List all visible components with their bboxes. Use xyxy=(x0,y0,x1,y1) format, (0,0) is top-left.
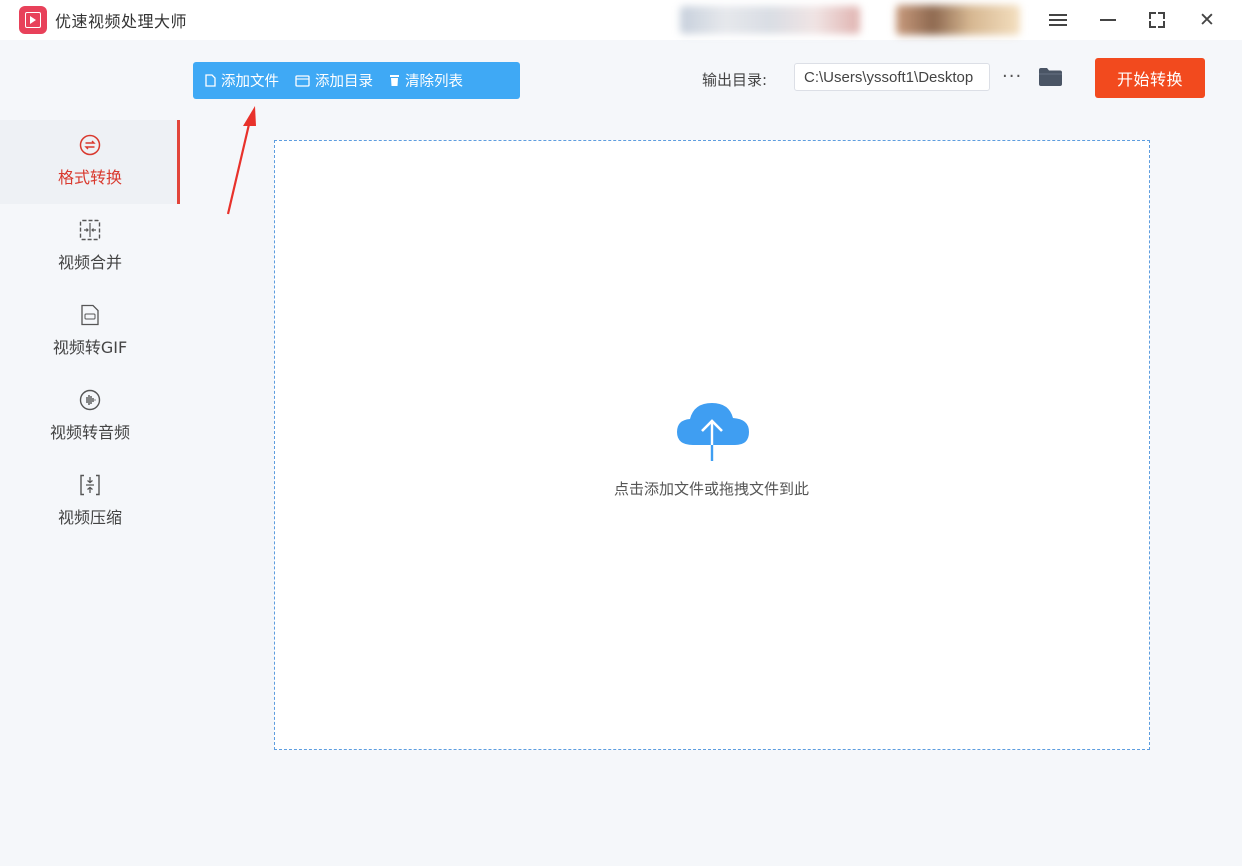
app-title: 优速视频处理大师 xyxy=(55,12,188,31)
add-folder-label: 添加目录 xyxy=(315,74,373,90)
blurred-avatar xyxy=(896,5,1020,35)
file-drop-zone[interactable]: 点击添加文件或拖拽文件到此 xyxy=(274,140,1150,750)
add-file-label: 添加文件 xyxy=(221,74,279,90)
minimize-icon[interactable] xyxy=(1092,4,1124,36)
output-dir-label: 输出目录: xyxy=(702,71,768,89)
drop-hint-text: 点击添加文件或拖拽文件到此 xyxy=(613,480,809,498)
sidebar-item-video-to-gif[interactable]: 视频转GIF xyxy=(0,290,180,374)
audio-icon xyxy=(79,389,101,411)
file-toolbar: 添加文件 添加目录 清除列表 xyxy=(193,62,520,99)
sidebar-item-format-convert[interactable]: 格式转换 xyxy=(0,120,180,204)
compress-icon xyxy=(79,474,101,496)
app-logo-icon xyxy=(19,6,47,34)
clear-list-button[interactable]: 清除列表 xyxy=(379,62,469,99)
more-options-button[interactable]: ··· xyxy=(1002,66,1022,87)
sidebar-item-label: 格式转换 xyxy=(57,168,122,187)
cloud-upload-icon xyxy=(675,399,751,467)
gif-icon xyxy=(79,304,101,326)
start-convert-button[interactable]: 开始转换 xyxy=(1095,58,1205,98)
clear-list-label: 清除列表 xyxy=(405,74,463,90)
add-folder-button[interactable]: 添加目录 xyxy=(285,62,379,99)
sidebar-item-label: 视频转音频 xyxy=(49,423,130,442)
blurred-user-info xyxy=(680,6,860,34)
title-bar: 优速视频处理大师 ✕ xyxy=(0,0,1242,40)
file-icon xyxy=(205,74,216,87)
sidebar: 格式转换 视频合并 视频转GIF 视频转音频 视频压缩 xyxy=(0,40,180,866)
open-folder-icon[interactable] xyxy=(1038,67,1063,91)
annotation-arrow xyxy=(222,102,262,221)
close-icon[interactable]: ✕ xyxy=(1191,4,1223,36)
folder-icon xyxy=(295,74,310,87)
hamburger-menu-icon[interactable] xyxy=(1042,4,1074,36)
output-path-field[interactable] xyxy=(794,63,990,91)
format-convert-icon xyxy=(79,134,101,156)
trash-icon xyxy=(390,75,399,86)
sidebar-item-video-merge[interactable]: 视频合并 xyxy=(0,205,180,289)
merge-icon xyxy=(79,219,101,241)
add-file-button[interactable]: 添加文件 xyxy=(193,62,285,99)
sidebar-item-video-to-audio[interactable]: 视频转音频 xyxy=(0,375,180,459)
sidebar-item-label: 视频合并 xyxy=(57,253,122,272)
sidebar-item-video-compress[interactable]: 视频压缩 xyxy=(0,460,180,544)
sidebar-item-label: 视频压缩 xyxy=(57,508,122,527)
maximize-icon[interactable] xyxy=(1141,4,1173,36)
sidebar-item-label: 视频转GIF xyxy=(52,338,128,357)
